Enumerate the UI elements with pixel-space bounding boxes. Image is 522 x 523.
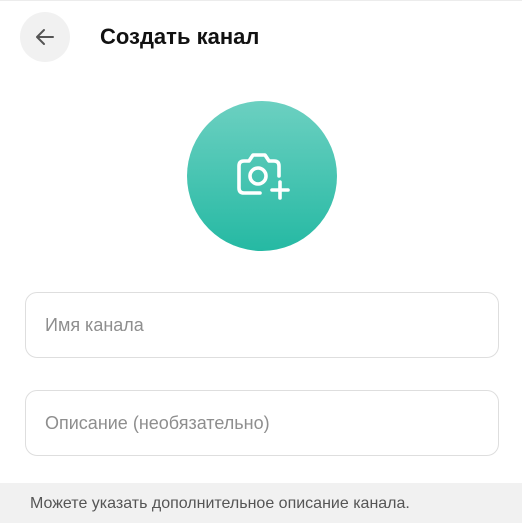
camera-plus-icon (237, 153, 290, 200)
channel-name-input[interactable] (26, 293, 498, 357)
channel-name-field[interactable] (25, 292, 499, 358)
back-button[interactable] (20, 12, 70, 62)
arrow-left-icon (36, 29, 54, 45)
hint-bar: Можете указать дополнительное описание к… (0, 483, 522, 523)
channel-avatar-upload-button[interactable] (187, 101, 337, 251)
page-title: Создать канал (100, 24, 260, 49)
channel-description-field[interactable] (25, 390, 499, 456)
create-channel-page: Создать канал Можете указать дополнитель… (0, 0, 522, 523)
channel-description-input[interactable] (26, 391, 498, 455)
description-hint-text: Можете указать дополнительное описание к… (30, 495, 410, 512)
